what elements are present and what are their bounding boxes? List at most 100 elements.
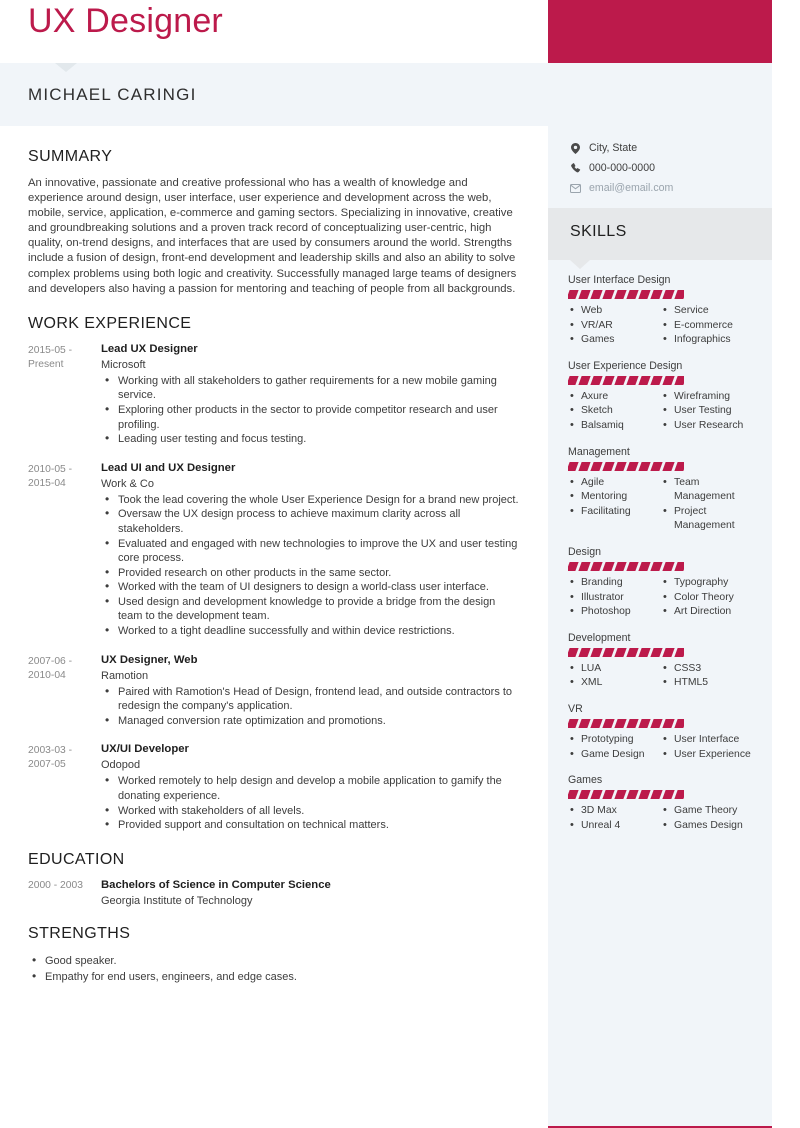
work-entry-bullets: Worked remotely to help design and devel…: [101, 773, 520, 833]
skill-column-right: TypographyColor TheoryArt Direction: [661, 575, 754, 620]
work-bullet: Oversaw the UX design process to achieve…: [101, 506, 520, 536]
skill-bar-segment: [638, 790, 651, 800]
skill-level-bar: [568, 790, 684, 800]
skill-item: Web: [568, 303, 661, 319]
skill-bar-segment: [650, 290, 663, 299]
skill-bar-segment: [626, 718, 639, 728]
strengths-title: STRENGTHS: [28, 924, 131, 942]
skill-items: AgileMentoringFacilitating: [568, 475, 661, 520]
work-entry-org: Microsoft: [101, 358, 146, 371]
skill-items: Game TheoryGames Design: [661, 803, 754, 833]
skill-group-name: User Experience Design: [568, 359, 683, 372]
skill-column-left: WebVR/ARGames: [568, 303, 661, 348]
skill-bar-segment: [638, 561, 651, 571]
work-bullet: Worked remotely to help design and devel…: [101, 773, 520, 803]
skill-bar-segment: [662, 290, 675, 299]
skill-bar-segment: [578, 718, 591, 728]
skill-item: Infographics: [661, 332, 754, 348]
skill-bar-segment: [614, 375, 627, 385]
work-entry-title: UX Designer, Web: [101, 653, 198, 666]
header-accent-block: [548, 0, 772, 63]
skill-items: 3D MaxUnreal 4: [568, 803, 661, 833]
skill-item: VR/AR: [568, 318, 661, 334]
work-entry-dates: 2003-03 - 2007-05: [28, 745, 73, 771]
education-degree: Bachelors of Science in Computer Science: [101, 878, 331, 891]
skill-item: Mentoring: [568, 489, 661, 505]
summary-text: An innovative, passionate and creative p…: [28, 177, 517, 295]
skill-item: Sketch: [568, 403, 661, 419]
skill-bar-segment: [568, 561, 579, 571]
contact-block: City, State 000-000-0000 email@email.com: [548, 126, 772, 208]
skill-bar-segment: [568, 290, 579, 299]
skill-bar-segment: [674, 375, 684, 385]
skill-item: User Testing: [661, 403, 754, 419]
work-entry: 2007-06 - 2010-04 UX Designer, Web Ramotio…: [28, 654, 520, 729]
skill-bar-segment: [568, 461, 579, 471]
skill-columns: LUAXMLCSS3HTML5: [568, 661, 754, 691]
skill-columns: WebVR/ARGamesServiceE-commerceInfographi…: [568, 303, 754, 348]
skill-bar-segment: [602, 790, 615, 800]
skill-group-name: VR: [568, 702, 583, 715]
skill-group-name: User Interface Design: [568, 274, 671, 286]
work-bullet: Used design and development knowledge to…: [101, 594, 520, 624]
summary-title: SUMMARY: [28, 148, 113, 165]
skill-item: Project Management: [661, 504, 754, 534]
skill-bar-segment: [638, 375, 651, 385]
skill-bar-segment: [590, 375, 603, 385]
skill-bar-segment: [614, 647, 627, 657]
skill-level-bar: [568, 290, 684, 299]
strengths-section: STRENGTHS Good speaker.Empathy for end u…: [28, 925, 520, 985]
skill-column-left: 3D MaxUnreal 4: [568, 803, 661, 833]
work-entry-org: Work & Co: [101, 477, 154, 490]
skill-items: TypographyColor TheoryArt Direction: [661, 575, 754, 620]
skill-bar-segment: [602, 375, 615, 385]
skill-items: AxureSketchBalsamiq: [568, 389, 661, 434]
work-bullet: Worked with stakeholders of all levels.: [101, 803, 520, 819]
skill-level-bar: [568, 647, 684, 657]
work-bullet: Provided support and consultation on tec…: [101, 817, 520, 833]
skill-item: Games: [568, 332, 661, 348]
skill-group-name: Management: [568, 445, 630, 458]
skill-bar-segment: [662, 375, 675, 385]
skill-group-name: Games: [568, 774, 603, 787]
skill-bar-segment: [568, 647, 579, 657]
skills-title: SKILLS: [570, 223, 627, 240]
skill-bar-segment: [568, 375, 579, 385]
skill-group: Management AgileMentoringFacilitatingTeam…: [568, 446, 754, 534]
work-entry-dates: 2007-06 - 2010-04: [28, 655, 73, 681]
skill-columns: AxureSketchBalsamiqWireframingUser Testi…: [568, 389, 754, 434]
skill-column-left: BrandingIllustratorPhotoshop: [568, 575, 661, 620]
work-entry-title: Lead UI and UX Designer: [101, 461, 236, 474]
skill-item: Balsamiq: [568, 418, 661, 434]
skill-items: Team ManagementProject Management: [661, 475, 754, 534]
contact-location[interactable]: City, State: [548, 138, 772, 158]
skill-bar-segment: [590, 718, 603, 728]
contact-email[interactable]: email@email.com: [548, 178, 772, 198]
skill-column-left: AxureSketchBalsamiq: [568, 389, 661, 434]
work-entry-bullets: Took the lead covering the whole User Ex…: [101, 492, 520, 639]
education-entries: 2000 - 2003 Bachelors of Science in Compu…: [28, 879, 520, 907]
work-entry-body: UX Designer, Web Ramotion Paired with Ramo…: [101, 654, 520, 729]
skill-bar-segment: [638, 290, 651, 299]
skill-level-bar: [568, 561, 684, 571]
skills-header: SKILLS: [548, 208, 772, 269]
skill-bar-segment: [602, 290, 615, 299]
skill-items: ServiceE-commerceInfographics: [661, 303, 754, 348]
skill-item: Team Management: [661, 475, 754, 505]
skill-item: Illustrator: [568, 590, 661, 606]
skill-bar-segment: [650, 461, 663, 471]
contact-phone[interactable]: 000-000-0000: [548, 158, 772, 178]
skill-bar-segment: [650, 375, 663, 385]
skills-list: User Interface DesignWebVR/ARGamesServic…: [548, 260, 772, 855]
skill-item: HTML5: [661, 675, 754, 691]
work-entry-bullets: Paired with Ramotion's Head of Design, f…: [101, 684, 520, 729]
skill-items: CSS3HTML5: [661, 661, 754, 691]
skill-column-left: AgileMentoringFacilitating: [568, 475, 661, 534]
education-entry: 2000 - 2003 Bachelors of Science in Compu…: [28, 879, 520, 907]
candidate-name: MICHAEL CARINGI: [28, 85, 197, 104]
skill-bar-segment: [568, 790, 579, 800]
skill-item: CSS3: [661, 661, 754, 677]
strength-item: Empathy for end users, engineers, and ed…: [28, 968, 520, 985]
skill-bar-segment: [674, 290, 684, 299]
skill-column-right: WireframingUser TestingUser Research: [661, 389, 754, 434]
